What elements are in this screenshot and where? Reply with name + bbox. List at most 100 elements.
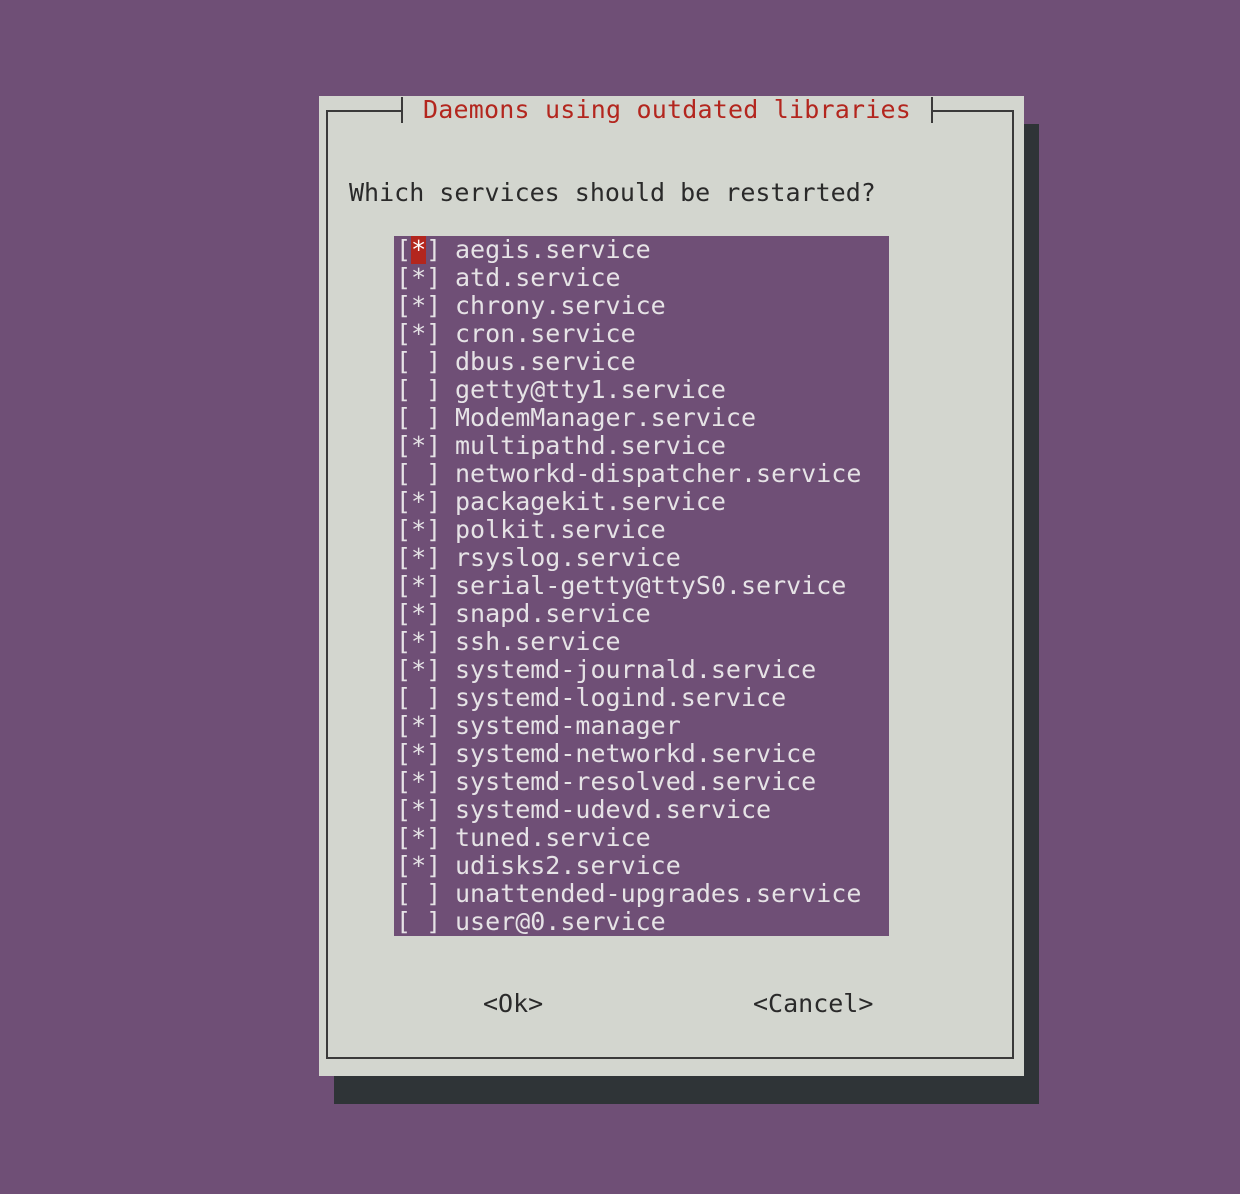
- checkbox[interactable]: [ ]: [394, 348, 441, 376]
- checkbox[interactable]: [*]: [394, 572, 441, 600]
- checkbox[interactable]: [*]: [394, 488, 441, 516]
- checkbox-left-bracket: [: [396, 375, 412, 404]
- checkbox-left-bracket: [: [396, 739, 412, 768]
- checkbox-right-bracket: ]: [426, 235, 442, 264]
- checkbox[interactable]: [*]: [394, 712, 441, 740]
- dialog-title-bar: Daemons using outdated libraries: [401, 96, 934, 124]
- service-item[interactable]: [*] systemd-udevd.service: [394, 796, 889, 824]
- service-checklist[interactable]: [*] aegis.service[*] atd.service[*] chrony.…: [394, 236, 889, 936]
- cancel-button[interactable]: <Cancel>: [753, 989, 873, 1019]
- service-label: user@0.service: [455, 907, 666, 936]
- checkbox-checked-mark: *: [411, 795, 427, 824]
- service-item[interactable]: [*] systemd-networkd.service: [394, 740, 889, 768]
- checkbox-left-bracket: [: [396, 627, 412, 656]
- checkbox-checked-mark: *: [411, 739, 427, 768]
- service-label: udisks2.service: [455, 851, 681, 880]
- service-item[interactable]: [ ] ModemManager.service: [394, 404, 889, 432]
- service-item[interactable]: [*] aegis.service: [394, 236, 889, 264]
- service-item[interactable]: [*] rsyslog.service: [394, 544, 889, 572]
- checkbox[interactable]: [*]: [394, 292, 441, 320]
- service-item[interactable]: [ ] dbus.service: [394, 348, 889, 376]
- checkbox[interactable]: [*]: [394, 852, 441, 880]
- checkbox-checked-mark: *: [411, 851, 427, 880]
- service-label: unattended-upgrades.service: [455, 879, 862, 908]
- checkbox-checked-mark: *: [411, 235, 427, 264]
- checkbox-right-bracket: ]: [426, 627, 442, 656]
- service-item[interactable]: [*] chrony.service: [394, 292, 889, 320]
- service-item[interactable]: [*] systemd-manager: [394, 712, 889, 740]
- service-item[interactable]: [*] atd.service: [394, 264, 889, 292]
- service-item[interactable]: [*] multipathd.service: [394, 432, 889, 460]
- service-item[interactable]: [*] serial-getty@ttyS0.service: [394, 572, 889, 600]
- service-label: serial-getty@ttyS0.service: [455, 571, 847, 600]
- checkbox-right-bracket: ]: [426, 879, 442, 908]
- checkbox-checked-mark: *: [411, 515, 427, 544]
- checkbox-empty-mark: [411, 348, 426, 376]
- checkbox[interactable]: [*]: [394, 432, 441, 460]
- service-item[interactable]: [*] systemd-journald.service: [394, 656, 889, 684]
- checkbox[interactable]: [*]: [394, 600, 441, 628]
- checkbox[interactable]: [*]: [394, 320, 441, 348]
- checkbox-right-bracket: ]: [426, 459, 442, 488]
- service-label: systemd-resolved.service: [455, 767, 817, 796]
- checkbox[interactable]: [*]: [394, 740, 441, 768]
- checkbox-right-bracket: ]: [426, 851, 442, 880]
- checkbox[interactable]: [*]: [394, 656, 441, 684]
- checkbox[interactable]: [*]: [394, 516, 441, 544]
- checkbox-checked-mark: *: [411, 543, 427, 572]
- checkbox-left-bracket: [: [396, 823, 412, 852]
- service-item[interactable]: [*] polkit.service: [394, 516, 889, 544]
- checkbox-left-bracket: [: [396, 907, 412, 936]
- checkbox-right-bracket: ]: [426, 263, 442, 292]
- service-item[interactable]: [ ] systemd-logind.service: [394, 684, 889, 712]
- checkbox[interactable]: [ ]: [394, 460, 441, 488]
- checkbox[interactable]: [ ]: [394, 908, 441, 936]
- checkbox[interactable]: [*]: [394, 768, 441, 796]
- service-item[interactable]: [*] systemd-resolved.service: [394, 768, 889, 796]
- service-item[interactable]: [ ] networkd-dispatcher.service: [394, 460, 889, 488]
- checkbox-left-bracket: [: [396, 571, 412, 600]
- service-item[interactable]: [*] tuned.service: [394, 824, 889, 852]
- service-label: systemd-journald.service: [455, 655, 817, 684]
- checkbox-right-bracket: ]: [426, 571, 442, 600]
- checkbox[interactable]: [ ]: [394, 376, 441, 404]
- service-item[interactable]: [*] snapd.service: [394, 600, 889, 628]
- checkbox-right-bracket: ]: [426, 543, 442, 572]
- checkbox[interactable]: [*]: [394, 796, 441, 824]
- service-item[interactable]: [ ] user@0.service: [394, 908, 889, 936]
- service-item[interactable]: [*] udisks2.service: [394, 852, 889, 880]
- service-label: dbus.service: [455, 347, 636, 376]
- service-item[interactable]: [ ] getty@tty1.service: [394, 376, 889, 404]
- service-item[interactable]: [*] packagekit.service: [394, 488, 889, 516]
- checkbox[interactable]: [ ]: [394, 880, 441, 908]
- checkbox[interactable]: [ ]: [394, 404, 441, 432]
- checkbox-left-bracket: [: [396, 515, 412, 544]
- checkbox-empty-mark: [411, 404, 426, 432]
- checkbox-left-bracket: [: [396, 599, 412, 628]
- checkbox-checked-mark: *: [411, 655, 427, 684]
- checkbox[interactable]: [ ]: [394, 684, 441, 712]
- checkbox-checked-mark: *: [411, 263, 427, 292]
- checkbox[interactable]: [*]: [394, 236, 441, 264]
- service-label: cron.service: [455, 319, 636, 348]
- checkbox-left-bracket: [: [396, 795, 412, 824]
- checkbox-checked-mark: *: [411, 291, 427, 320]
- checkbox-checked-mark: *: [411, 711, 427, 740]
- checkbox-right-bracket: ]: [426, 683, 442, 712]
- checkbox-left-bracket: [: [396, 543, 412, 572]
- ok-button[interactable]: <Ok>: [483, 989, 543, 1019]
- checkbox[interactable]: [*]: [394, 628, 441, 656]
- checkbox[interactable]: [*]: [394, 824, 441, 852]
- service-item[interactable]: [*] ssh.service: [394, 628, 889, 656]
- service-item[interactable]: [ ] unattended-upgrades.service: [394, 880, 889, 908]
- checkbox-checked-mark: *: [411, 767, 427, 796]
- checkbox-right-bracket: ]: [426, 655, 442, 684]
- service-item[interactable]: [*] cron.service: [394, 320, 889, 348]
- checkbox[interactable]: [*]: [394, 544, 441, 572]
- checkbox[interactable]: [*]: [394, 264, 441, 292]
- checkbox-left-bracket: [: [396, 235, 412, 264]
- checkbox-right-bracket: ]: [426, 347, 442, 376]
- checkbox-left-bracket: [: [396, 431, 412, 460]
- checkbox-empty-mark: [411, 460, 426, 488]
- service-label: getty@tty1.service: [455, 375, 726, 404]
